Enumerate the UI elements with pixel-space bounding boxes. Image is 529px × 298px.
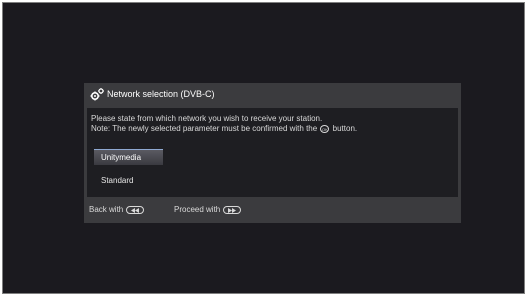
option-label: Unitymedia [101, 153, 142, 162]
tv-screen: Network selection (DVB-C) Please state f… [2, 2, 525, 294]
note-text-after: button. [332, 124, 358, 133]
fast-forward-button-icon [223, 205, 242, 214]
option-label: Standard [101, 176, 134, 185]
ok-button-icon: OK [320, 124, 330, 133]
network-selection-dialog: Network selection (DVB-C) Please state f… [84, 83, 461, 223]
instruction-text: Please state from which network you wish… [91, 114, 323, 123]
back-hint[interactable]: Back with [89, 205, 145, 214]
proceed-label: Proceed with [174, 205, 221, 214]
dialog-body: Please state from which network you wish… [87, 108, 458, 197]
back-label: Back with [89, 205, 124, 214]
proceed-hint[interactable]: Proceed with [174, 205, 242, 214]
rewind-button-icon [126, 205, 145, 214]
dialog-header: Network selection (DVB-C) [84, 83, 461, 107]
note-text-before: Note: The newly selected parameter must … [91, 124, 318, 133]
option-standard[interactable]: Standard [94, 173, 163, 189]
dialog-footer: Back with Proceed with [84, 198, 461, 223]
gears-icon [89, 87, 105, 101]
option-unitymedia[interactable]: Unitymedia [94, 149, 163, 165]
confirmation-note: Note: The newly selected parameter must … [91, 124, 357, 133]
dialog-title: Network selection (DVB-C) [107, 89, 215, 99]
